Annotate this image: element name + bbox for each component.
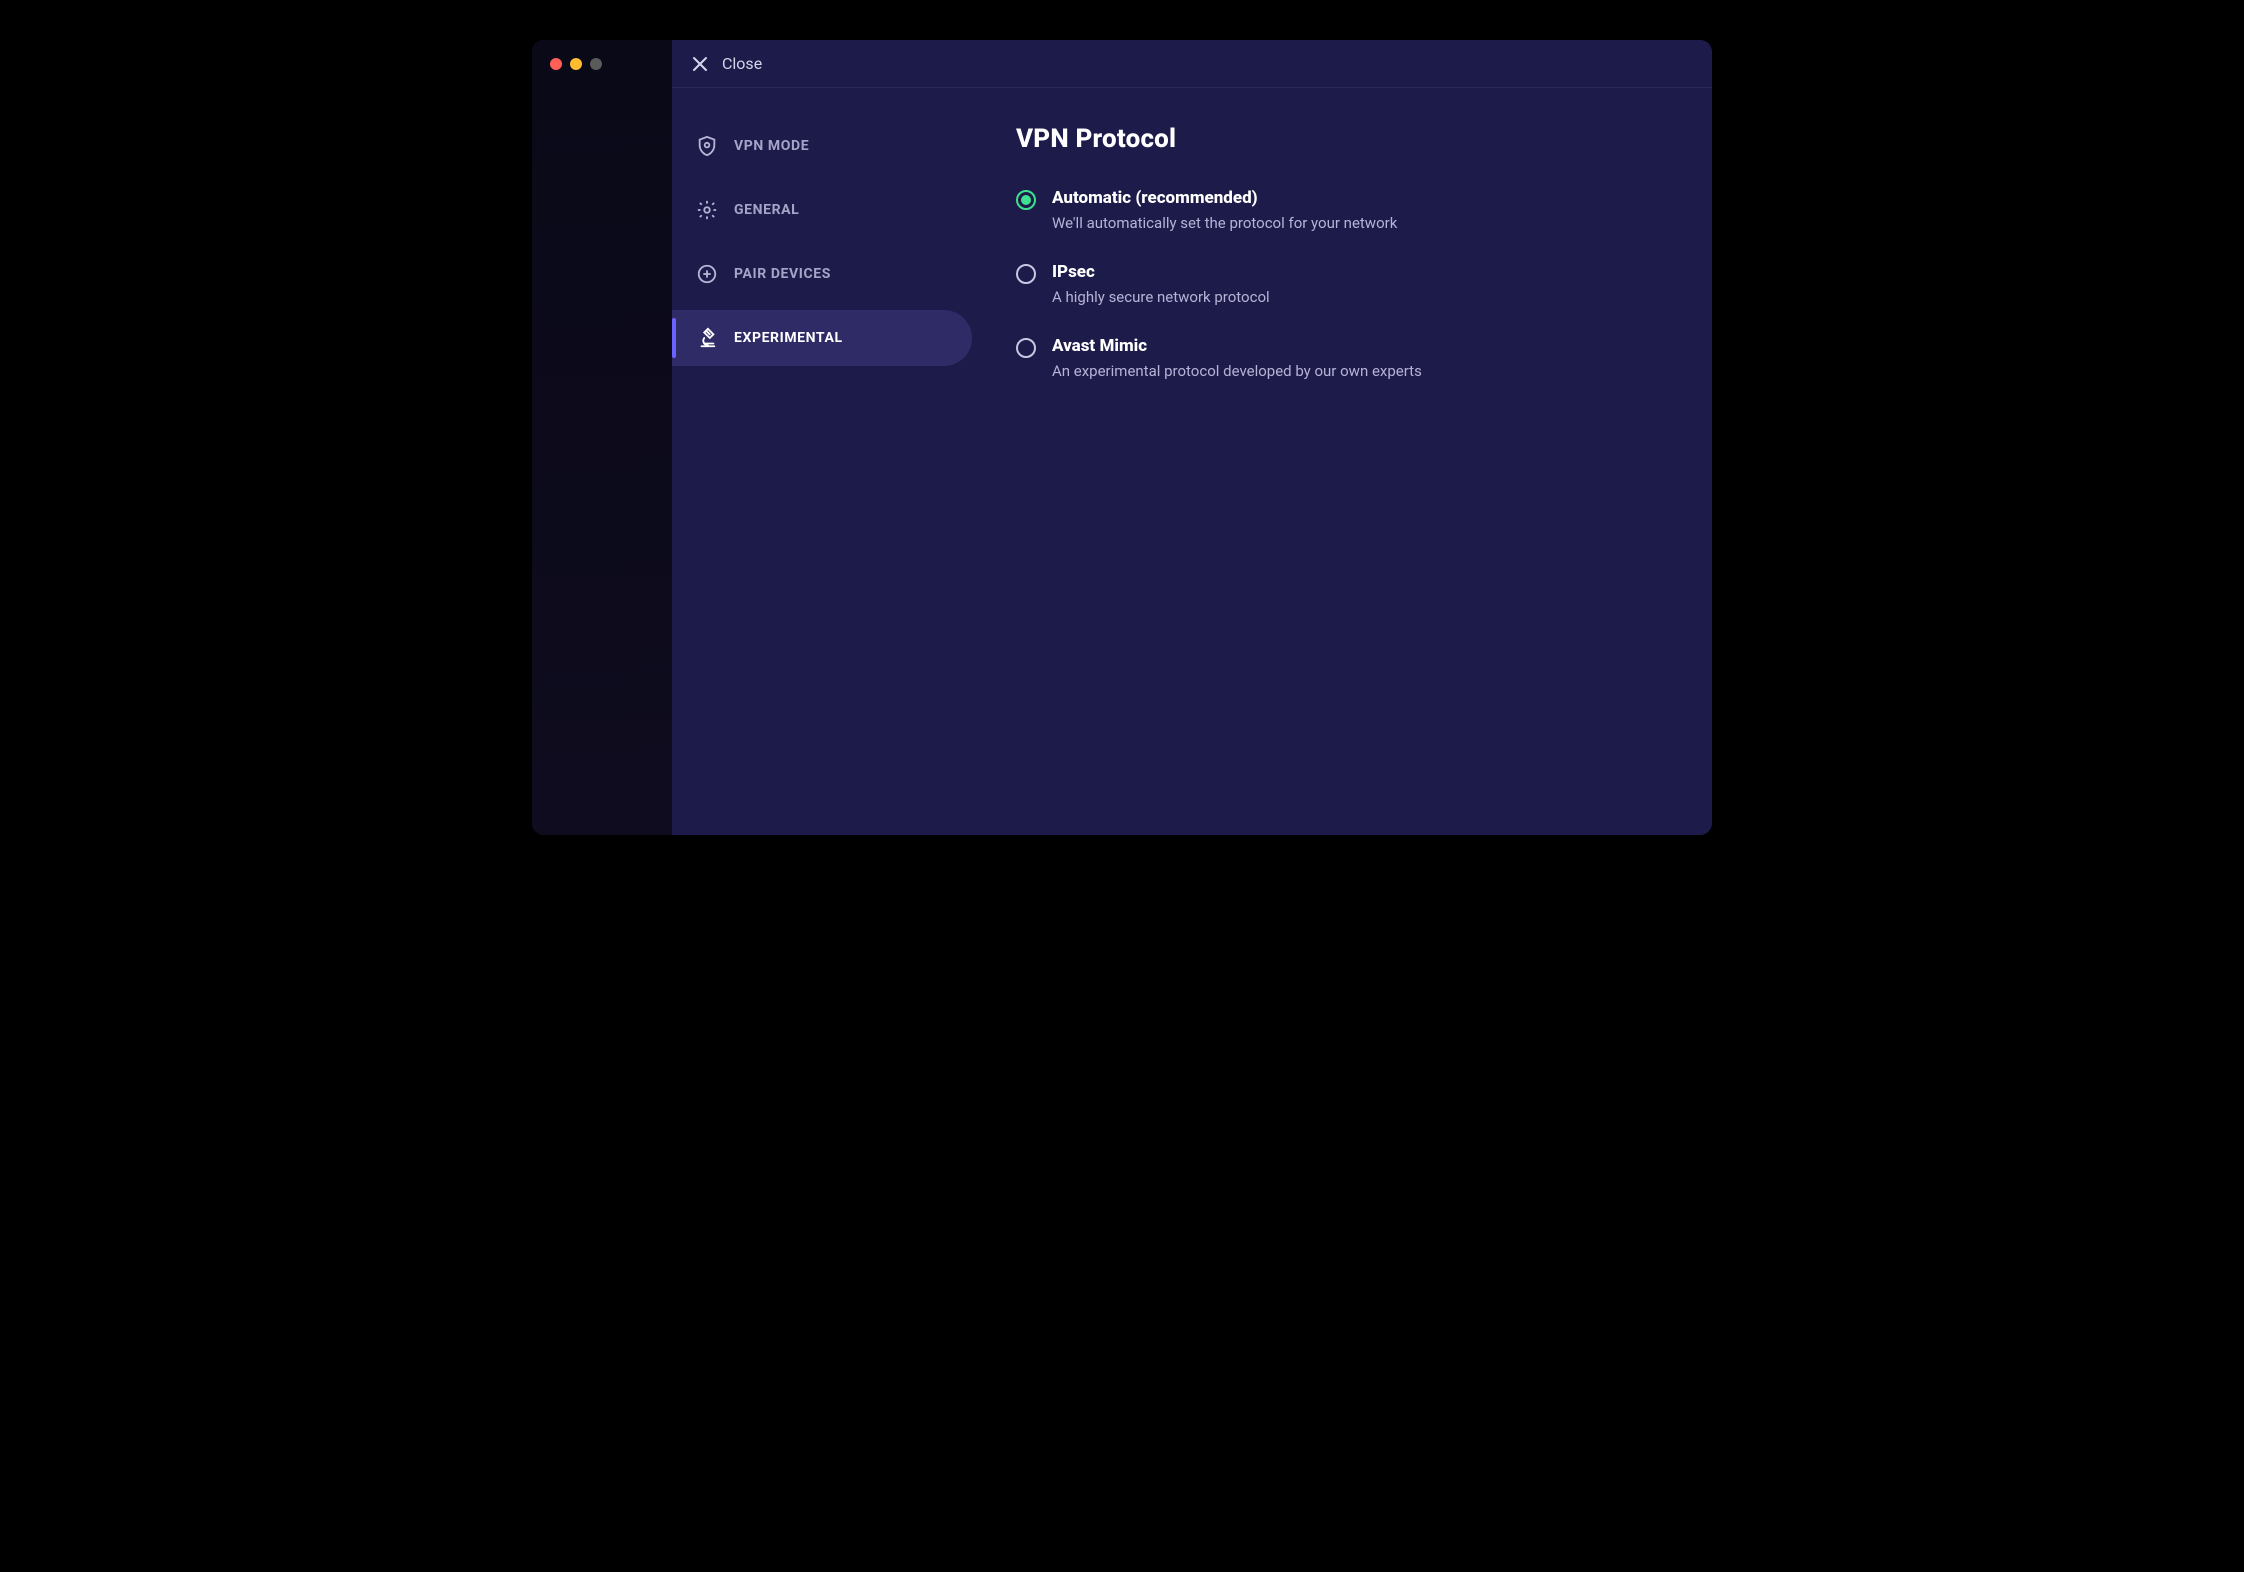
window-minimize-dot[interactable] [570, 58, 582, 70]
main-content: VPN Protocol Automatic (recommended) We'… [972, 88, 1712, 835]
sidebar-item-pair-devices[interactable]: PAIR DEVICES [672, 246, 972, 302]
microscope-icon [696, 327, 718, 349]
topbar: Close [672, 40, 1712, 88]
sidebar-item-label: EXPERIMENTAL [734, 330, 843, 346]
sidebar-item-vpn-mode[interactable]: VPN MODE [672, 118, 972, 174]
option-text: Automatic (recommended) We'll automatica… [1052, 188, 1397, 232]
sidebar-item-general[interactable]: GENERAL [672, 182, 972, 238]
option-title: Avast Mimic [1052, 336, 1422, 356]
option-text: Avast Mimic An experimental protocol dev… [1052, 336, 1422, 380]
option-title: IPsec [1052, 262, 1270, 282]
option-desc: A highly secure network protocol [1052, 288, 1270, 306]
protocol-option-automatic[interactable]: Automatic (recommended) We'll automatica… [1016, 188, 1672, 232]
sidebar-item-label: GENERAL [734, 202, 799, 218]
window-close-dot[interactable] [550, 58, 562, 70]
app-window: Close VPN MODE [532, 40, 1712, 835]
shield-icon [696, 135, 718, 157]
plus-circle-icon [696, 263, 718, 285]
close-icon[interactable] [692, 56, 708, 72]
sidebar: VPN MODE GENERAL [672, 88, 972, 835]
window-left-gutter [532, 40, 672, 835]
sidebar-item-label: PAIR DEVICES [734, 266, 831, 282]
option-title: Automatic (recommended) [1052, 188, 1397, 208]
right-pane: Close VPN MODE [672, 40, 1712, 835]
option-desc: We'll automatically set the protocol for… [1052, 214, 1397, 232]
window-controls [550, 58, 602, 70]
radio-icon [1016, 338, 1036, 358]
page-title: VPN Protocol [1016, 124, 1672, 154]
sidebar-item-label: VPN MODE [734, 138, 809, 154]
sidebar-item-experimental[interactable]: EXPERIMENTAL [672, 310, 972, 366]
radio-icon [1016, 190, 1036, 210]
gear-icon [696, 199, 718, 221]
protocol-option-ipsec[interactable]: IPsec A highly secure network protocol [1016, 262, 1672, 306]
radio-icon [1016, 264, 1036, 284]
option-desc: An experimental protocol developed by ou… [1052, 362, 1422, 380]
option-text: IPsec A highly secure network protocol [1052, 262, 1270, 306]
close-button[interactable]: Close [722, 54, 762, 73]
window-zoom-dot[interactable] [590, 58, 602, 70]
protocol-option-mimic[interactable]: Avast Mimic An experimental protocol dev… [1016, 336, 1672, 380]
content-row: VPN MODE GENERAL [672, 88, 1712, 835]
